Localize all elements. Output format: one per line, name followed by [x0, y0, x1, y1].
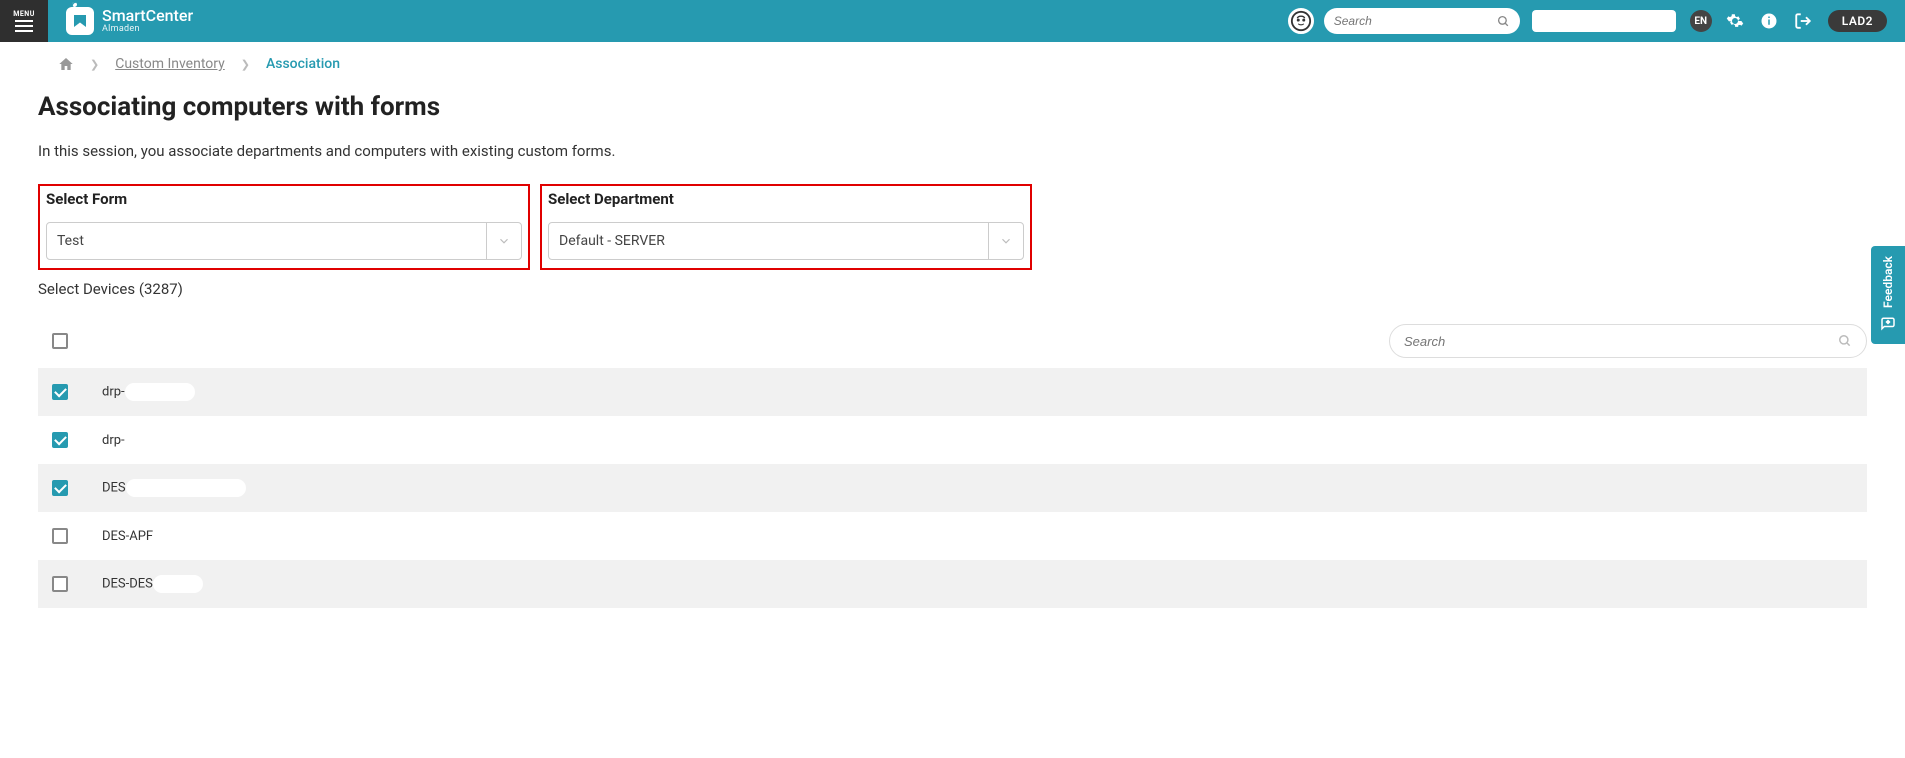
table-search-input[interactable] [1404, 334, 1838, 349]
page-title: Associating computers with forms [38, 92, 1867, 122]
select-form-label: Select Form [46, 190, 522, 208]
select-all-checkbox[interactable] [52, 333, 68, 349]
table-row: DES-DES [38, 560, 1867, 608]
hamburger-icon [15, 20, 33, 32]
menu-label: MENU [13, 10, 35, 18]
select-form-group: Select Form Test [38, 184, 530, 270]
device-name: DES-DES [102, 575, 203, 593]
search-icon [1838, 334, 1852, 348]
breadcrumb-association: Association [266, 56, 340, 72]
user-avatar[interactable] [1288, 8, 1314, 34]
table-search[interactable] [1389, 324, 1867, 358]
feedback-icon [1879, 316, 1897, 334]
breadcrumb: ❯ Custom Inventory ❯ Association [0, 42, 1905, 84]
table-row: DES-APF [38, 512, 1867, 560]
info-icon[interactable] [1760, 12, 1778, 30]
row-checkbox[interactable] [52, 576, 68, 592]
select-department-dropdown[interactable]: Default - SERVER [548, 222, 1024, 260]
secondary-input[interactable] [1532, 10, 1676, 32]
logout-icon[interactable] [1794, 12, 1812, 30]
devices-count-label: Select Devices (3287) [38, 280, 1867, 298]
search-icon [1497, 15, 1510, 28]
devices-table: drp-drp- DES DES-APF DES-DES [38, 318, 1867, 608]
device-name: DES-APF [102, 529, 153, 544]
menu-button[interactable]: MENU [0, 0, 48, 42]
global-search-input[interactable] [1334, 14, 1497, 28]
chevron-right-icon: ❯ [241, 58, 250, 71]
brand-logo[interactable]: SmartCenter Almaden [66, 7, 193, 35]
environment-badge: LAD2 [1828, 10, 1887, 32]
select-department-group: Select Department Default - SERVER [540, 184, 1032, 270]
brand-title: SmartCenter [102, 8, 193, 24]
select-department-label: Select Department [548, 190, 1024, 208]
row-checkbox[interactable] [52, 528, 68, 544]
chevron-down-icon [988, 223, 1013, 259]
device-name: drp- [102, 383, 195, 401]
row-checkbox[interactable] [52, 480, 68, 496]
top-header: MENU SmartCenter Almaden EN LAD2 [0, 0, 1905, 42]
row-checkbox[interactable] [52, 432, 68, 448]
chevron-down-icon [486, 223, 511, 259]
main-content: Associating computers with forms In this… [0, 84, 1905, 628]
device-name: drp- [102, 433, 125, 448]
feedback-label: Feedback [1881, 256, 1895, 308]
gear-icon[interactable] [1726, 12, 1744, 30]
chevron-right-icon: ❯ [90, 58, 99, 71]
global-search[interactable] [1324, 8, 1520, 34]
device-name: DES [102, 479, 246, 497]
select-department-value: Default - SERVER [559, 233, 665, 249]
feedback-tab[interactable]: Feedback [1871, 246, 1905, 344]
page-description: In this session, you associate departmen… [38, 142, 1867, 160]
row-checkbox[interactable] [52, 384, 68, 400]
home-icon[interactable] [58, 56, 74, 72]
select-form-dropdown[interactable]: Test [46, 222, 522, 260]
language-badge[interactable]: EN [1690, 10, 1712, 32]
breadcrumb-custom-inventory[interactable]: Custom Inventory [115, 56, 225, 72]
table-row: drp- [38, 368, 1867, 416]
brand-icon [66, 7, 94, 35]
table-row: drp- [38, 416, 1867, 464]
table-row: DES [38, 464, 1867, 512]
brand-subtitle: Almaden [102, 25, 193, 34]
select-form-value: Test [57, 233, 84, 249]
